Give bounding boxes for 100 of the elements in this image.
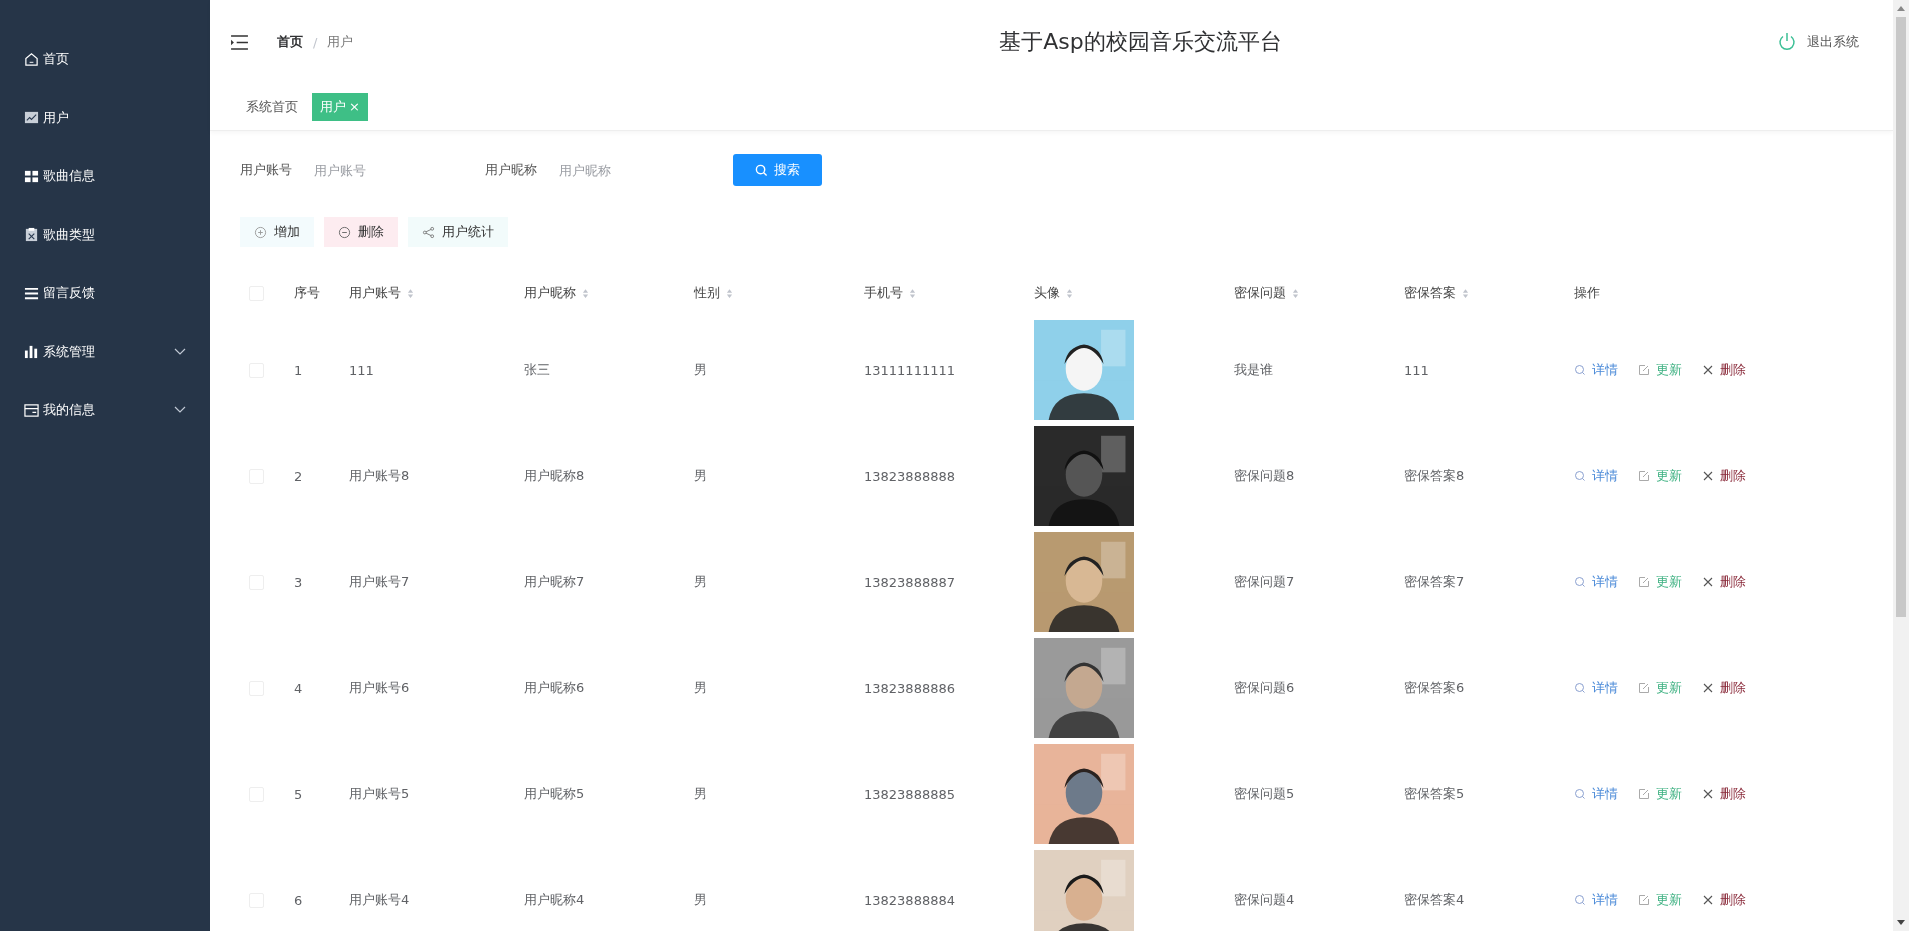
table-cell: 用户账号8 bbox=[349, 467, 410, 485]
close-icon bbox=[1702, 364, 1714, 376]
edit-icon bbox=[1638, 682, 1650, 694]
table-cell: 13823888888 bbox=[864, 468, 955, 484]
row-action-link[interactable]: 详情 bbox=[1574, 467, 1618, 485]
table-cell: 密保答案6 bbox=[1404, 679, 1465, 697]
sort-icon[interactable] bbox=[1292, 287, 1299, 299]
field-label: 用户账号 bbox=[240, 161, 292, 179]
table-cell: 密保问题8 bbox=[1234, 467, 1295, 485]
input-field[interactable]: 用户账号 bbox=[314, 158, 434, 182]
site-title: 基于Asp的校园音乐交流平台 bbox=[998, 28, 1283, 56]
table-cell: 13823888884 bbox=[864, 892, 955, 908]
input-field[interactable]: 用户昵称 bbox=[559, 158, 679, 182]
sidebar-item[interactable]: 留言反馈 bbox=[0, 264, 210, 323]
home-icon bbox=[24, 51, 39, 67]
table-cell: 用户昵称6 bbox=[524, 679, 585, 697]
sidebar-label: 我的信息 bbox=[43, 401, 96, 420]
close-icon bbox=[1702, 788, 1714, 800]
table-cell: 密保答案8 bbox=[1404, 467, 1465, 485]
sidebar-label: 歌曲信息 bbox=[43, 167, 96, 186]
table-cell: 用户昵称8 bbox=[524, 467, 585, 485]
sidebar-label: 首页 bbox=[43, 50, 70, 69]
table-cell: 我是谁 bbox=[1234, 361, 1273, 379]
column-header: 头像 bbox=[1034, 284, 1060, 302]
close-icon bbox=[1702, 894, 1714, 906]
scroll-down-icon[interactable] bbox=[1897, 920, 1905, 925]
row-action-link[interactable]: 删除 bbox=[1702, 467, 1746, 485]
row-action-link[interactable]: 详情 bbox=[1574, 679, 1618, 697]
sort-icon[interactable] bbox=[582, 287, 589, 299]
table-cell: 男 bbox=[694, 891, 707, 909]
table-cell: 111 bbox=[1404, 362, 1429, 378]
table-cell: 111 bbox=[349, 362, 374, 378]
table-cell: 3 bbox=[294, 574, 303, 590]
action-button[interactable]: 删除 bbox=[324, 217, 398, 247]
edit-icon bbox=[1638, 470, 1650, 482]
column-header: 操作 bbox=[1574, 284, 1600, 302]
sidebar-item[interactable]: 歌曲信息 bbox=[0, 147, 210, 206]
row-action-link[interactable]: 详情 bbox=[1574, 891, 1618, 909]
search-icon bbox=[1574, 894, 1586, 906]
row-action-link[interactable]: 删除 bbox=[1702, 361, 1746, 379]
table-cell: 13823888887 bbox=[864, 574, 955, 590]
list-icon bbox=[24, 285, 39, 301]
search-icon bbox=[1574, 788, 1586, 800]
table-cell: 用户昵称4 bbox=[524, 891, 585, 909]
sidebar-label: 留言反馈 bbox=[43, 284, 96, 303]
card-icon bbox=[24, 402, 39, 418]
table-cell: 4 bbox=[294, 680, 303, 696]
sidebar-label: 系统管理 bbox=[43, 342, 96, 361]
clipboard-icon bbox=[24, 227, 39, 243]
table-cell: 密保答案4 bbox=[1404, 891, 1465, 909]
row-action-link[interactable]: 删除 bbox=[1702, 573, 1746, 591]
sort-icon[interactable] bbox=[407, 287, 414, 299]
sort-icon[interactable] bbox=[909, 287, 916, 299]
minus-circle-icon bbox=[338, 225, 351, 239]
menu-icon[interactable] bbox=[230, 34, 249, 50]
row-action-link[interactable]: 删除 bbox=[1702, 891, 1746, 909]
sidebar-label: 歌曲类型 bbox=[43, 225, 96, 244]
sidebar-item[interactable]: 首页 bbox=[0, 30, 210, 89]
row-action-link[interactable]: 删除 bbox=[1702, 785, 1746, 803]
action-button[interactable]: 用户统计 bbox=[408, 217, 508, 247]
sort-icon[interactable] bbox=[1462, 287, 1469, 299]
table-cell: 男 bbox=[694, 679, 707, 697]
close-icon bbox=[1702, 576, 1714, 588]
table-cell: 用户账号7 bbox=[349, 573, 410, 591]
table-cell: 男 bbox=[694, 361, 707, 379]
row-action-link[interactable]: 删除 bbox=[1702, 679, 1746, 697]
sidebar-item[interactable]: 用户 bbox=[0, 88, 210, 147]
table-cell: 密保答案5 bbox=[1404, 785, 1465, 803]
table-cell: 密保问题4 bbox=[1234, 891, 1295, 909]
sort-icon[interactable] bbox=[1066, 287, 1073, 299]
chart-icon bbox=[24, 110, 39, 126]
share-icon bbox=[422, 225, 435, 239]
breadcrumb-link[interactable]: 用户 bbox=[327, 33, 354, 51]
edit-icon bbox=[1638, 576, 1650, 588]
column-header: 性别 bbox=[694, 284, 720, 302]
row-action-link[interactable]: 详情 bbox=[1574, 361, 1618, 379]
sidebar-item[interactable]: 歌曲类型 bbox=[0, 205, 210, 264]
action-button[interactable]: 增加 bbox=[240, 217, 314, 247]
table-cell: 13823888885 bbox=[864, 786, 955, 802]
logout-button[interactable]: 退出系统 bbox=[1771, 28, 1865, 56]
breadcrumb-link[interactable]: 首页 bbox=[277, 33, 303, 51]
scroll-up-icon[interactable] bbox=[1897, 6, 1905, 11]
sort-icon[interactable] bbox=[726, 287, 733, 299]
grid-icon bbox=[24, 168, 39, 184]
sidebar-label: 用户 bbox=[43, 108, 70, 127]
search-icon bbox=[1574, 682, 1586, 694]
row-action-link[interactable]: 详情 bbox=[1574, 785, 1618, 803]
edit-icon bbox=[1638, 364, 1650, 376]
table-cell: 用户账号4 bbox=[349, 891, 410, 909]
close-icon bbox=[1702, 470, 1714, 482]
row-action-link[interactable]: 详情 bbox=[1574, 573, 1618, 591]
search-icon bbox=[1574, 364, 1586, 376]
tab[interactable]: 系统首页 bbox=[238, 93, 306, 121]
column-header: 手机号 bbox=[864, 284, 903, 302]
search-icon bbox=[1574, 576, 1586, 588]
sidebar-item[interactable]: 我的信息 bbox=[0, 381, 210, 440]
table-cell: 用户昵称7 bbox=[524, 573, 585, 591]
sidebar-item[interactable]: 系统管理 bbox=[0, 322, 210, 381]
column-header: 密保问题 bbox=[1234, 284, 1286, 302]
scrollbar[interactable] bbox=[1893, 0, 1909, 931]
